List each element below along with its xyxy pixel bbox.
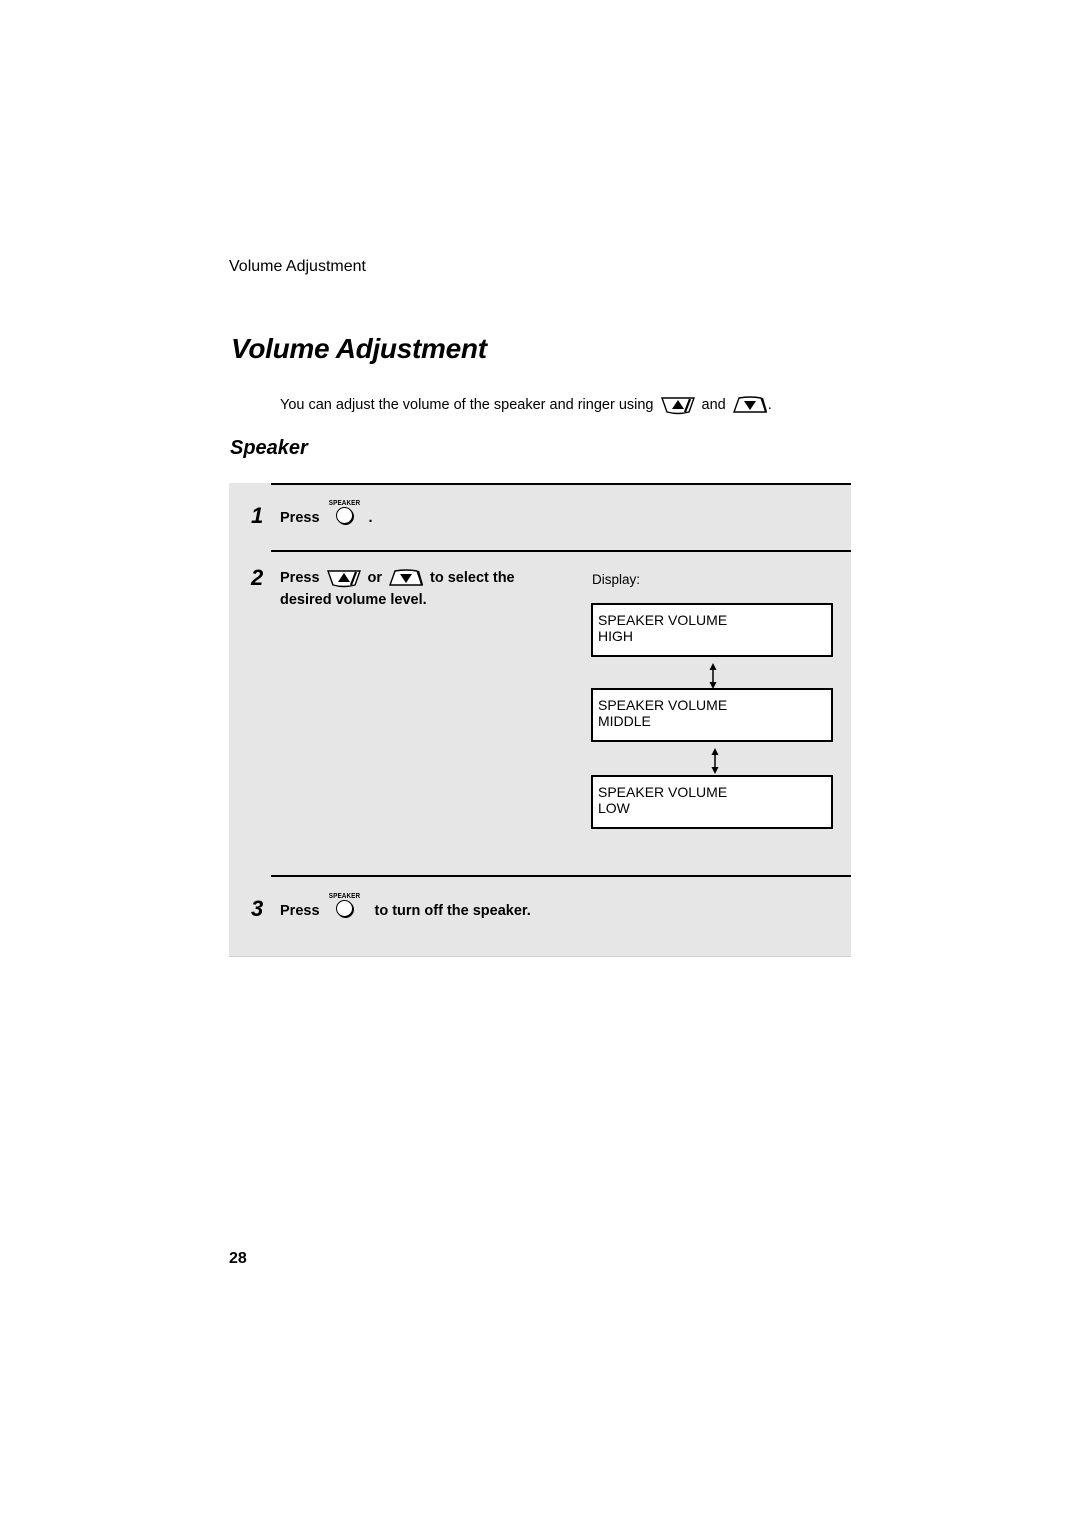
speaker-key-icon: SPEAKER <box>326 498 363 524</box>
speaker-key-label: SPEAKER <box>328 498 360 507</box>
step-text-press: Press <box>280 570 320 586</box>
speaker-key-icon: SPEAKER <box>326 891 363 917</box>
step-text-press: Press <box>280 903 320 919</box>
lcd-screen-high: SPEAKER VOLUME HIGH <box>591 603 833 657</box>
step-number: 2 <box>251 565 264 590</box>
section-title: Speaker <box>230 437 308 459</box>
intro-text: You can adjust the volume of the speaker… <box>280 397 654 413</box>
step-divider <box>271 483 851 485</box>
bidirectional-arrow-icon <box>711 748 719 774</box>
intro-conjunction: and <box>701 397 726 413</box>
running-head: Volume Adjustment <box>229 258 366 275</box>
step-text-press: Press <box>280 510 320 526</box>
steps-panel: 1 Press SPEAKER . 2 Press or to select t… <box>229 483 851 957</box>
lcd-line-2: HIGH <box>598 628 633 644</box>
up-arrow-key-icon <box>326 570 361 588</box>
step-2: 2 Press or to select the desired volume … <box>251 567 515 611</box>
step-number: 1 <box>251 503 264 528</box>
page-number: 28 <box>229 1250 247 1267</box>
down-arrow-key-icon <box>389 569 424 586</box>
lcd-line-1: SPEAKER VOLUME <box>598 697 728 713</box>
lcd-screen-middle: SPEAKER VOLUME MIDDLE <box>591 688 833 742</box>
lcd-line-2: LOW <box>598 800 630 816</box>
lcd-line-1: SPEAKER VOLUME <box>598 612 728 628</box>
speaker-key-label: SPEAKER <box>328 891 360 900</box>
step-text-line2: desired volume level. <box>280 592 427 608</box>
page-title: Volume Adjustment <box>231 333 487 364</box>
step-number: 3 <box>251 896 264 921</box>
step-text-end: to turn off the speaker. <box>374 903 531 919</box>
step-text-or: or <box>367 570 383 586</box>
step-1: 1 Press SPEAKER . <box>251 498 373 531</box>
lcd-screen-low: SPEAKER VOLUME LOW <box>591 775 833 829</box>
speaker-button-circle <box>335 507 353 524</box>
step-text-select: to select the <box>430 570 515 586</box>
display-label: Display: <box>592 572 641 587</box>
lcd-line-2: MIDDLE <box>598 713 651 729</box>
step-text: Press SPEAKER to turn off the speaker. <box>280 891 531 924</box>
intro-period: . <box>767 397 772 413</box>
step-divider <box>271 875 851 877</box>
down-arrow-key-icon <box>732 396 767 413</box>
step-divider <box>271 550 851 552</box>
up-arrow-key-icon <box>660 397 695 415</box>
speaker-button-circle <box>335 900 353 917</box>
bidirectional-arrow-icon <box>709 663 717 689</box>
lcd-line-1: SPEAKER VOLUME <box>598 784 728 800</box>
intro-paragraph: You can adjust the volume of the speaker… <box>280 395 772 415</box>
step-text-end: . <box>368 510 373 526</box>
step-text: Press or to select the desired volume le… <box>280 567 515 611</box>
step-3: 3 Press SPEAKER to turn off the speaker. <box>251 891 531 924</box>
step-text: Press SPEAKER . <box>280 498 373 531</box>
